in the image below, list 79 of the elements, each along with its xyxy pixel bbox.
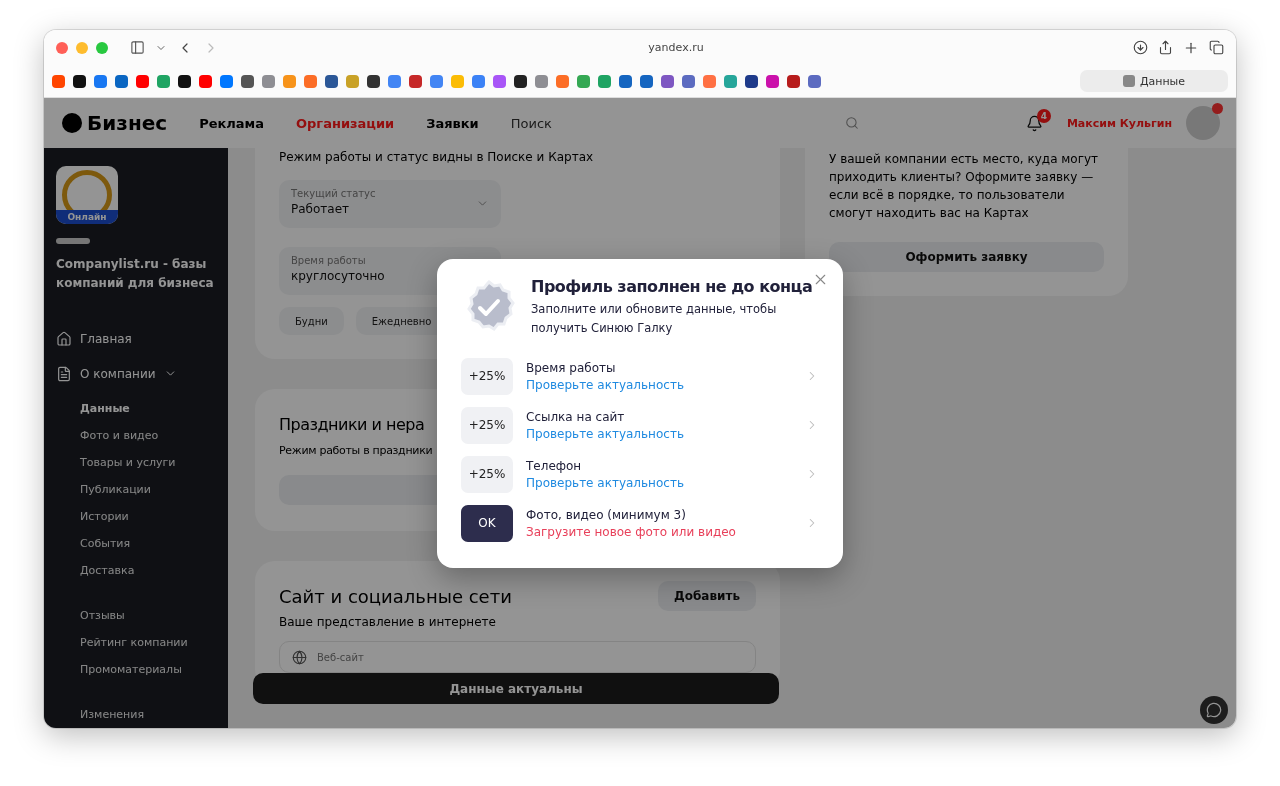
bell-icon[interactable] xyxy=(1025,114,1043,132)
apply-button[interactable]: Оформить заявку xyxy=(829,242,1104,272)
bookmark-icon[interactable] xyxy=(241,74,254,88)
sidebar-subitem[interactable]: Публикации xyxy=(56,476,216,504)
item-action: Загрузите новое фото или видео xyxy=(526,524,737,539)
sidebar-subitem[interactable]: События xyxy=(56,530,216,558)
sidebar-item[interactable]: Промоматериалы xyxy=(56,656,216,684)
item-title: Фото, видео (минимум 3) xyxy=(526,507,687,522)
card-subtitle: Режим работы в праздники xyxy=(279,444,433,457)
bookmark-icon[interactable] xyxy=(325,74,338,88)
nav-link[interactable]: Реклама xyxy=(199,115,264,131)
search-field[interactable]: Поиск xyxy=(510,108,861,138)
close-window-button[interactable] xyxy=(56,41,68,54)
nav-link[interactable]: Заявки xyxy=(426,115,479,131)
confirm-data-button[interactable]: Данные актуальны xyxy=(253,673,779,704)
placeholder-bar xyxy=(56,238,90,244)
sidebar-subitem[interactable]: Доставка xyxy=(56,557,216,585)
zoom-window-button[interactable] xyxy=(96,41,108,54)
progress-badge: OK xyxy=(461,504,513,542)
bookmark-icon[interactable] xyxy=(367,74,380,88)
home-icon xyxy=(56,331,72,348)
progress-badge: +25% xyxy=(461,406,513,444)
progress-badge: +25% xyxy=(461,357,513,395)
download-icon[interactable] xyxy=(1133,40,1148,55)
sidebar-icon[interactable] xyxy=(130,40,145,55)
sidebar-item[interactable]: Отзывы xyxy=(56,602,216,630)
tabs-overview-icon[interactable] xyxy=(1209,40,1224,55)
avatar[interactable] xyxy=(1186,106,1220,140)
card-title: Сайт и социальные сети xyxy=(279,585,512,607)
checklist-item[interactable]: +25% Ссылка на сайт Проверьте актуальность xyxy=(461,406,819,444)
bookmark-icon[interactable] xyxy=(745,74,758,88)
globe-icon xyxy=(292,649,307,665)
sidebar-item[interactable]: О компании xyxy=(56,360,216,387)
item-action: Проверьте актуальность xyxy=(526,377,685,392)
item-action: Проверьте актуальность xyxy=(526,426,685,441)
sidebar-subitem[interactable]: Товары и услуги xyxy=(56,449,216,477)
dialog-title: Профиль заполнен не до конца xyxy=(531,276,813,296)
dialog-subtitle: Заполните или обновите данные, чтобы получить Синюю Галку xyxy=(531,300,778,337)
checklist-item[interactable]: +25% Время работы Проверьте актуальность xyxy=(461,357,819,395)
company-name: Companylist.ru - базы компаний для бизнеса xyxy=(56,255,215,292)
sidebar-subitem[interactable]: Фото и видео xyxy=(56,422,216,450)
sidebar-item[interactable]: Рейтинг компании xyxy=(56,629,216,657)
card-subtitle: Ваше представление в интернете xyxy=(279,615,496,629)
schedule-chip[interactable]: Будни xyxy=(279,307,344,335)
share-icon[interactable] xyxy=(1158,40,1173,55)
bookmark-icon[interactable] xyxy=(787,74,800,88)
item-title: Ссылка на сайт xyxy=(526,409,626,424)
browser-tab[interactable]: Данные xyxy=(1080,70,1228,92)
card-title: Праздники и нера xyxy=(279,415,425,434)
progress-badge: +25% xyxy=(461,455,513,493)
checklist-item[interactable]: +25% Телефон Проверьте актуальность xyxy=(461,455,819,493)
logo[interactable]: Бизнес xyxy=(62,111,168,135)
logo-icon xyxy=(62,113,82,133)
avatar-badge xyxy=(1212,103,1223,114)
user-name[interactable]: Максим Кульгин xyxy=(1066,116,1172,130)
favicon-icon xyxy=(1122,75,1135,87)
search-icon xyxy=(844,116,859,130)
sidebar-item[interactable]: Изменения xyxy=(56,701,216,728)
item-title: Телефон xyxy=(526,458,583,473)
notification-badge: 4 xyxy=(1036,108,1051,123)
card-text: У вашей компании есть место, куда могут приходить клиенты? Оформите заявку — если всё в порядке, то пользователи смогут находить вас на Картах xyxy=(829,151,1100,222)
website-field[interactable]: Веб-сайт xyxy=(279,641,756,673)
bookmark-icon[interactable] xyxy=(73,74,86,88)
item-title: Время работы xyxy=(526,360,617,375)
status-label: Онлайн xyxy=(56,210,118,225)
bookmark-icon[interactable] xyxy=(514,74,527,88)
chat-icon xyxy=(1206,702,1222,718)
chat-button[interactable] xyxy=(1200,696,1228,724)
add-button[interactable]: Добавить xyxy=(658,581,756,611)
checklist-item[interactable]: OK Фото, видео (минимум 3) Загрузите новое фото или видео xyxy=(461,504,819,542)
item-action: Проверьте актуальность xyxy=(526,475,685,490)
nav-link[interactable]: Организации xyxy=(296,115,395,131)
status-select[interactable]: Текущий статус Работает xyxy=(279,180,501,228)
document-icon xyxy=(56,365,72,382)
bookmark-icon[interactable] xyxy=(178,74,191,88)
sidebar-subitem[interactable]: Данные xyxy=(56,395,216,423)
card-subtitle: Режим работы и статус видны в Поиске и Картах xyxy=(279,150,594,164)
sidebar-subitem[interactable]: Истории xyxy=(56,503,216,531)
sidebar-item[interactable]: Главная xyxy=(56,326,216,352)
